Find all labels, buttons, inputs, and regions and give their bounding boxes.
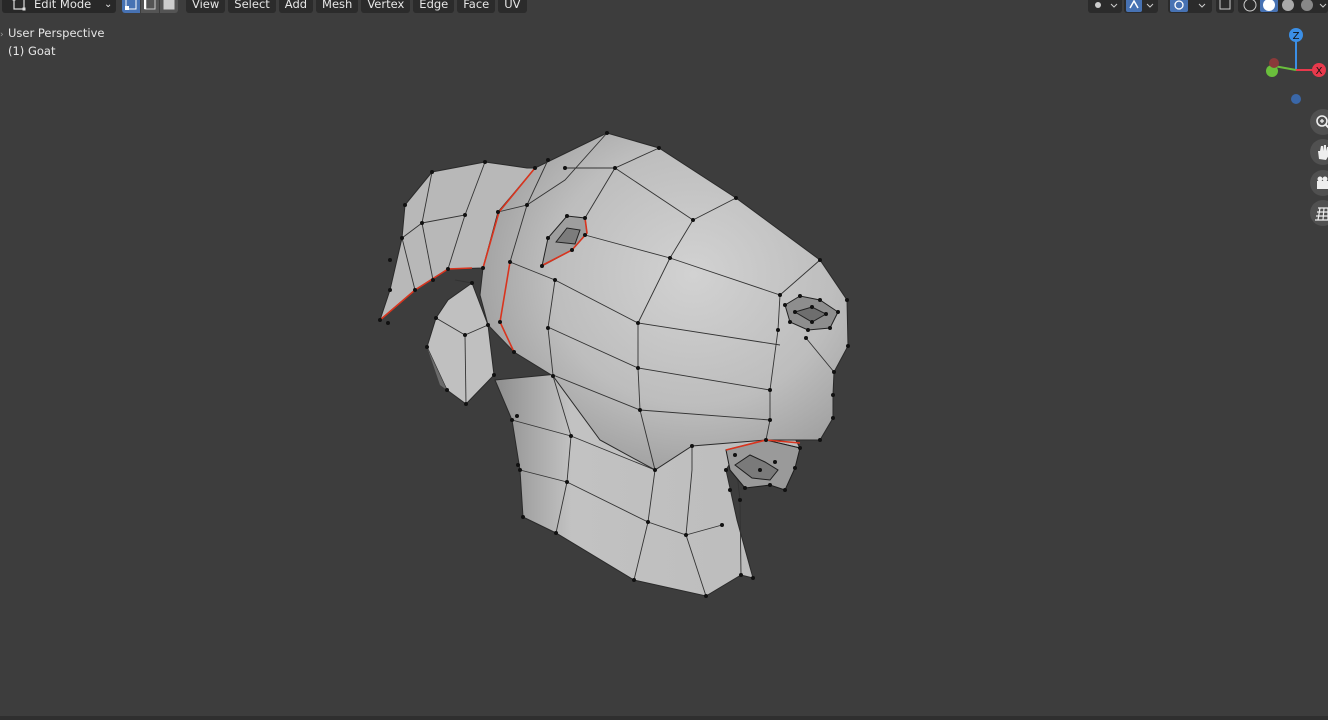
overlays-icon [1170, 0, 1206, 12]
menu-face[interactable]: Face [457, 0, 496, 13]
menu-edge[interactable]: Edge [413, 0, 455, 13]
zoom-button[interactable] [1310, 109, 1328, 135]
neg-z-axis-handle[interactable] [1291, 94, 1301, 104]
xray-button[interactable] [1216, 0, 1234, 13]
x-axis-label: X [1316, 66, 1323, 77]
z-axis-label: Z [1293, 31, 1300, 42]
camera-icon [1317, 176, 1328, 189]
menu-vertex[interactable]: Vertex [361, 0, 411, 13]
chevron-down-icon: ⌄ [104, 0, 113, 10]
menu-view[interactable]: View [186, 0, 226, 13]
3d-viewport[interactable] [0, 0, 1328, 720]
edit-mode-icon [12, 0, 26, 11]
menu-select[interactable]: Select [228, 0, 276, 13]
collapse-arrow-icon[interactable]: › [0, 30, 4, 40]
navigation-gizmo[interactable]: Z X [1260, 24, 1328, 114]
viewport-menu: View Select Add Mesh Vertex Edge Face UV [186, 0, 530, 13]
pivot-icon [1095, 2, 1118, 8]
hand-icon [1318, 145, 1328, 160]
camera-view-button[interactable] [1310, 170, 1328, 196]
face-select-icon [163, 0, 175, 10]
overlays-button[interactable] [1168, 0, 1212, 13]
zoom-icon [1316, 115, 1328, 129]
shading-group[interactable] [1238, 0, 1328, 13]
viewport-bottom-edge [0, 716, 1328, 720]
mode-label: Edit Mode [34, 0, 92, 11]
vertex-select-icon [125, 0, 137, 10]
mode-dropdown[interactable]: Edit Mode ⌄ [2, 0, 116, 13]
snap-button[interactable] [1124, 0, 1158, 13]
ortho-toggle-button[interactable] [1310, 200, 1328, 226]
viewport-header: Edit Mode ⌄ View Select Add Mesh Vertex … [0, 0, 1328, 14]
vertex-select-button[interactable] [122, 0, 140, 13]
grid-icon [1315, 207, 1328, 221]
menu-add[interactable]: Add [278, 0, 314, 13]
menu-uv[interactable]: UV [498, 0, 527, 13]
shading-icons [1243, 0, 1327, 12]
edge-select-icon [144, 0, 156, 10]
select-mode-group [122, 0, 179, 13]
active-object-label: (1) Goat [8, 44, 56, 58]
snap-icon [1126, 0, 1154, 12]
menu-mesh[interactable]: Mesh [316, 0, 359, 13]
face-select-button[interactable] [160, 0, 178, 13]
header-right-tools [1088, 0, 1328, 13]
xray-icon [1219, 0, 1231, 10]
pan-button[interactable] [1310, 139, 1328, 165]
edge-select-button[interactable] [141, 0, 159, 13]
transform-pivot-button[interactable] [1088, 0, 1122, 13]
neg-x-axis-handle[interactable] [1269, 58, 1279, 68]
goat-mesh[interactable] [378, 131, 850, 598]
view-perspective-label: User Perspective [8, 26, 105, 40]
